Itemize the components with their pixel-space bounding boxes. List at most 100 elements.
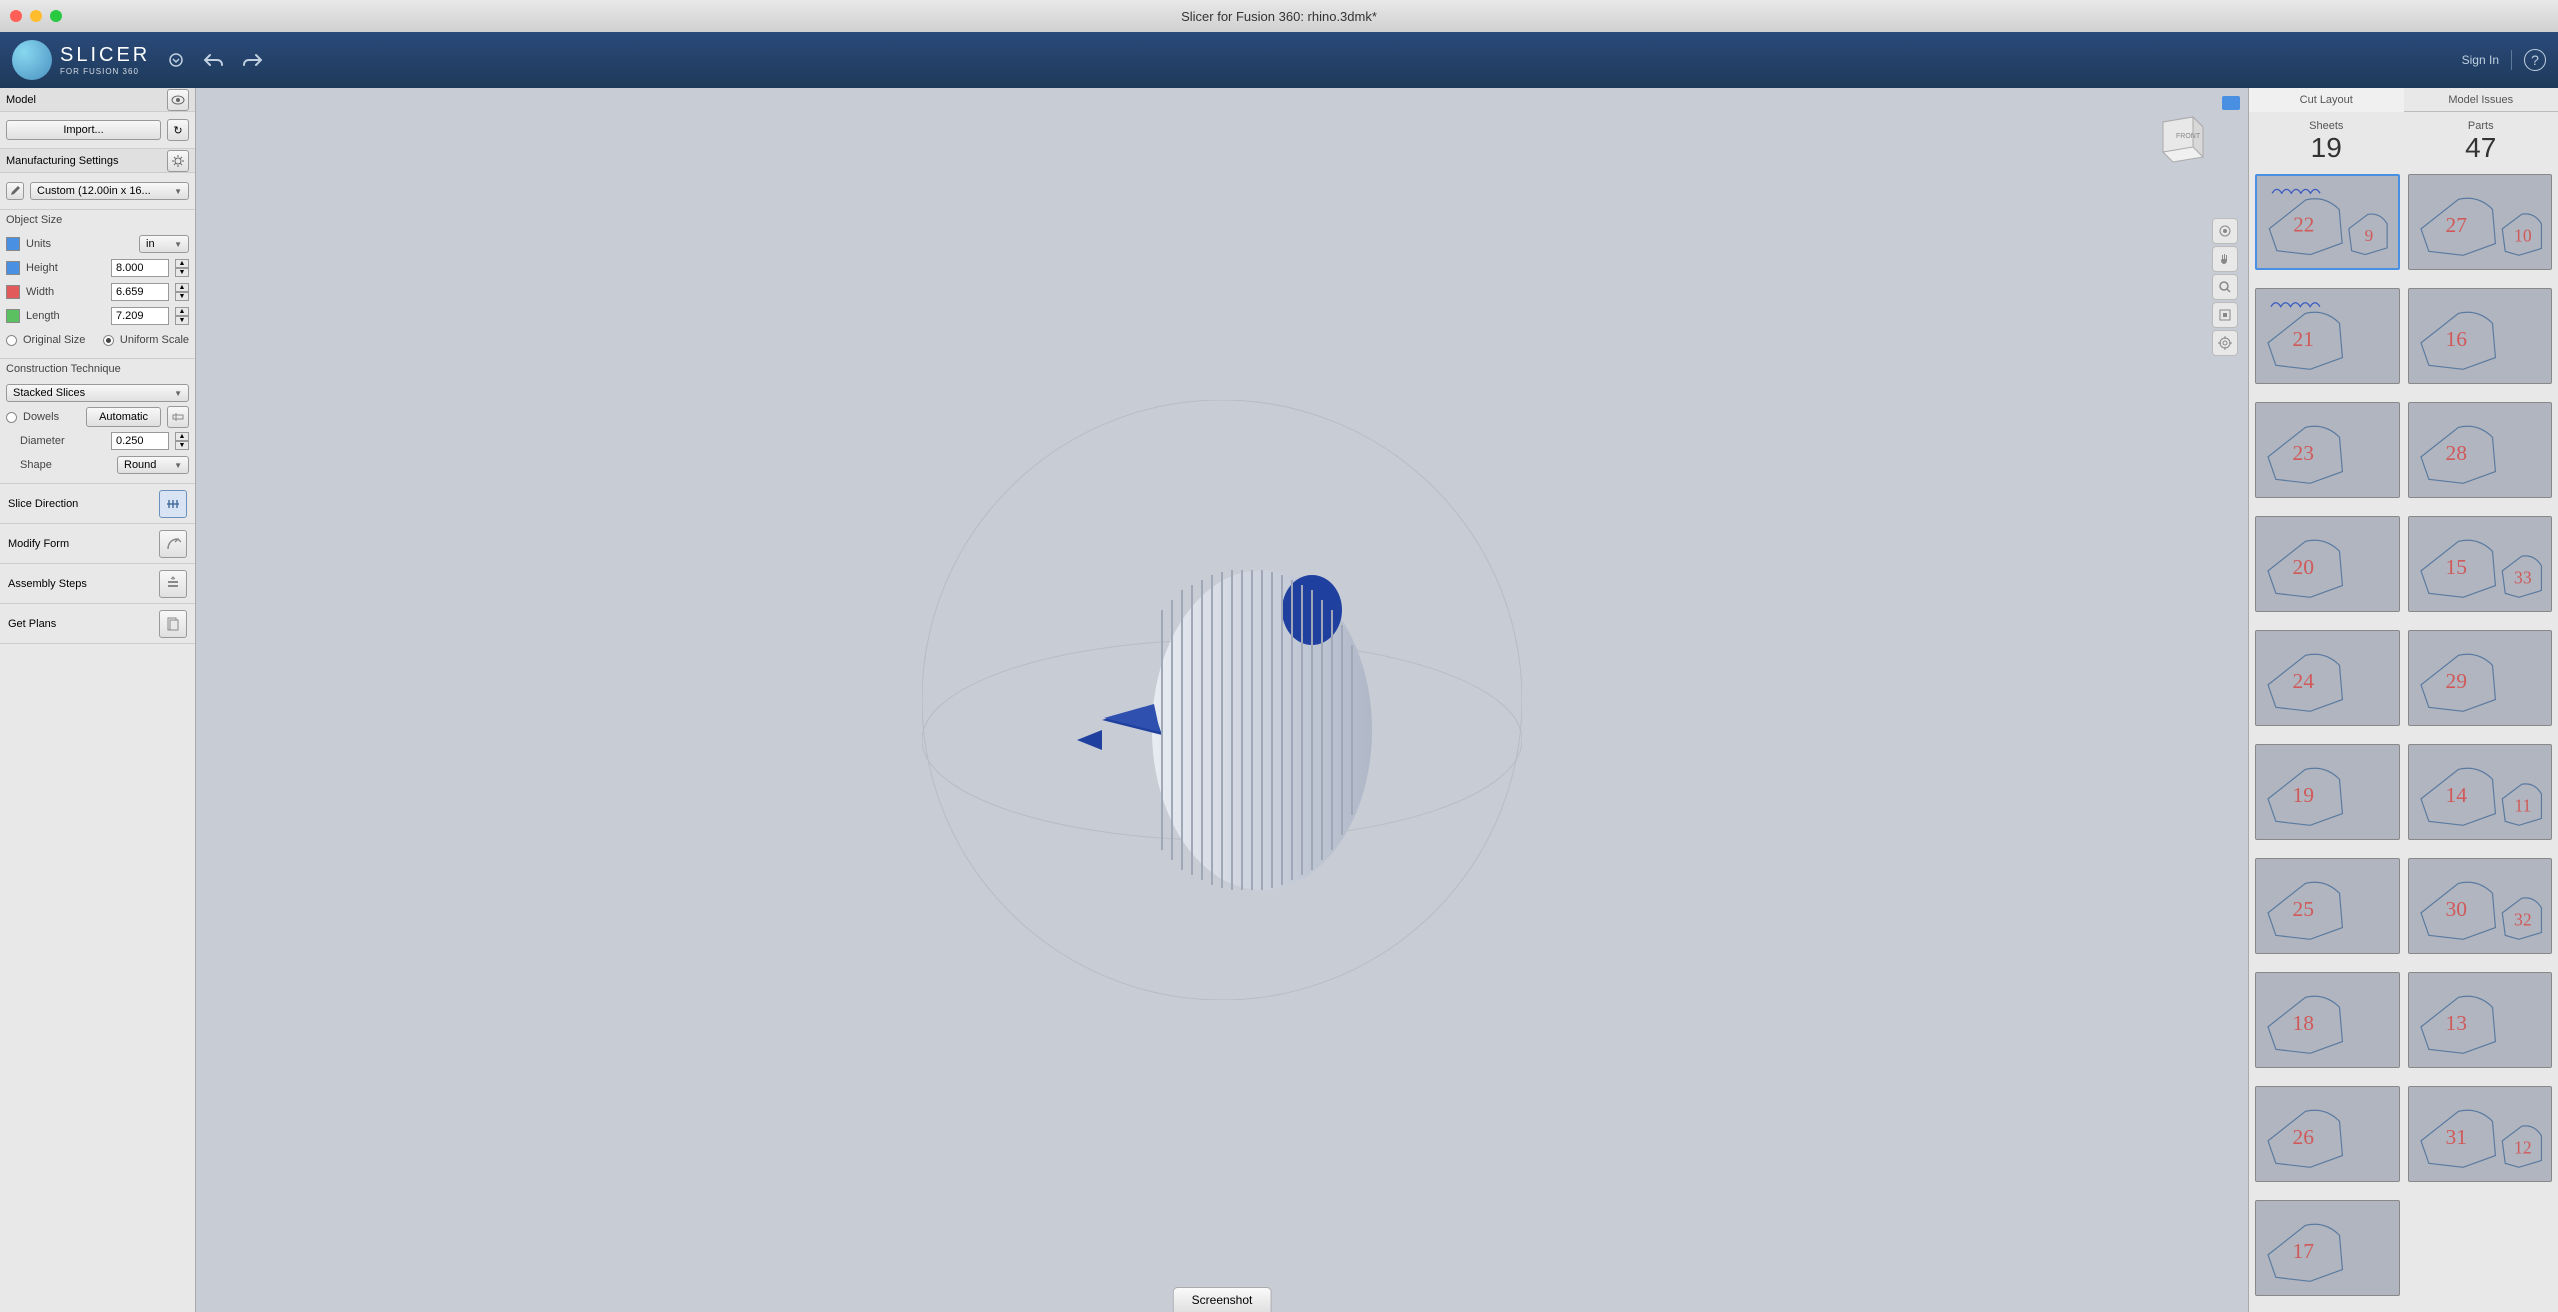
shape-label: Shape — [20, 459, 52, 471]
visibility-toggle-button[interactable] — [167, 89, 189, 111]
help-button[interactable]: ? — [2524, 49, 2546, 71]
height-swatch — [6, 261, 20, 275]
view-cube[interactable]: FRONT — [2148, 102, 2218, 172]
get-plans-icon — [159, 610, 187, 638]
sheet-thumb[interactable]: 21 — [2255, 288, 2400, 384]
length-input[interactable] — [111, 307, 169, 325]
tab-cut-layout[interactable]: Cut Layout — [2249, 88, 2404, 112]
automatic-dowels-button[interactable]: Automatic — [86, 407, 161, 427]
sheet-thumb[interactable]: 25 — [2255, 858, 2400, 954]
sheet-thumb[interactable]: 13 — [2408, 972, 2553, 1068]
object-size-label: Object Size — [0, 210, 195, 226]
shape-select[interactable]: Round — [117, 456, 189, 474]
units-select[interactable]: in — [139, 235, 189, 253]
sheet-thumb[interactable]: 17 — [2255, 1200, 2400, 1296]
mfg-preset-select[interactable]: Custom (12.00in x 16... — [30, 182, 189, 200]
sheet-thumb[interactable]: 16 — [2408, 288, 2553, 384]
sheets-count-value: 19 — [2249, 132, 2404, 164]
sheet-thumb[interactable]: 26 — [2255, 1086, 2400, 1182]
sheet-thumb[interactable]: 19 — [2255, 744, 2400, 840]
svg-text:9: 9 — [2365, 226, 2374, 245]
tab-model-issues[interactable]: Model Issues — [2404, 88, 2558, 112]
zoom-tool-button[interactable] — [2212, 274, 2238, 300]
svg-text:26: 26 — [2292, 1125, 2314, 1149]
app-logo: SLICER FOR FUSION 360 — [12, 40, 150, 80]
length-spinner[interactable]: ▲▼ — [175, 307, 189, 325]
svg-text:19: 19 — [2292, 783, 2314, 807]
assembly-steps-icon — [159, 570, 187, 598]
dowels-radio[interactable] — [6, 412, 17, 423]
units-label: Units — [26, 238, 51, 250]
original-size-radio[interactable] — [6, 335, 17, 346]
modify-form-label: Modify Form — [8, 538, 69, 550]
sheets-count-label: Sheets — [2249, 120, 2404, 132]
construction-technique-select[interactable]: Stacked Slices — [6, 384, 189, 402]
sheet-thumb[interactable]: 28 — [2408, 402, 2553, 498]
width-input[interactable] — [111, 283, 169, 301]
mfg-settings-gear-button[interactable] — [167, 150, 189, 172]
length-swatch — [6, 309, 20, 323]
assembly-steps-section[interactable]: Assembly Steps — [0, 564, 195, 604]
diameter-input[interactable] — [111, 432, 169, 450]
diameter-label: Diameter — [20, 435, 65, 447]
sheet-thumb[interactable]: 22 9 — [2255, 174, 2400, 270]
reload-button[interactable]: ↻ — [167, 119, 189, 141]
original-size-label: Original Size — [23, 334, 85, 346]
uniform-scale-radio[interactable] — [103, 335, 114, 346]
right-panel: Cut Layout Model Issues Sheets 19 Parts … — [2248, 88, 2558, 1312]
menu-dropdown-button[interactable] — [164, 48, 188, 72]
import-button[interactable]: Import... — [6, 120, 161, 140]
width-spinner[interactable]: ▲▼ — [175, 283, 189, 301]
modify-form-section[interactable]: Modify Form — [0, 524, 195, 564]
get-plans-section[interactable]: Get Plans — [0, 604, 195, 644]
svg-text:13: 13 — [2445, 1011, 2467, 1035]
svg-text:28: 28 — [2445, 441, 2467, 465]
titlebar: Slicer for Fusion 360: rhino.3dmk* — [0, 0, 2558, 32]
pan-tool-button[interactable] — [2212, 246, 2238, 272]
svg-text:33: 33 — [2514, 568, 2532, 588]
undo-button[interactable] — [202, 48, 226, 72]
sheet-thumb[interactable]: 24 — [2255, 630, 2400, 726]
sheet-thumb[interactable]: 20 — [2255, 516, 2400, 612]
svg-text:10: 10 — [2514, 226, 2532, 246]
assembly-steps-label: Assembly Steps — [8, 578, 87, 590]
diameter-spinner[interactable]: ▲▼ — [175, 432, 189, 450]
app-header: SLICER FOR FUSION 360 Sign In ? — [0, 32, 2558, 88]
look-at-tool-button[interactable] — [2212, 330, 2238, 356]
height-spinner[interactable]: ▲▼ — [175, 259, 189, 277]
sheet-thumb[interactable]: 15 33 — [2408, 516, 2553, 612]
sheet-thumb[interactable]: 29 — [2408, 630, 2553, 726]
sheet-thumb[interactable]: 23 — [2255, 402, 2400, 498]
fit-tool-button[interactable] — [2212, 302, 2238, 328]
sheet-thumb[interactable]: 14 11 — [2408, 744, 2553, 840]
svg-text:18: 18 — [2292, 1011, 2314, 1035]
screenshot-button[interactable]: Screenshot — [1173, 1287, 1272, 1312]
sheet-thumb[interactable]: 30 32 — [2408, 858, 2553, 954]
dowels-settings-button[interactable] — [167, 406, 189, 428]
svg-text:30: 30 — [2445, 897, 2467, 921]
sheet-thumb[interactable]: 31 12 — [2408, 1086, 2553, 1182]
svg-text:31: 31 — [2445, 1125, 2467, 1149]
construction-technique-label: Construction Technique — [0, 359, 195, 375]
svg-text:16: 16 — [2445, 327, 2467, 351]
svg-text:12: 12 — [2514, 1138, 2532, 1158]
slice-direction-icon — [159, 490, 187, 518]
sign-in-link[interactable]: Sign In — [2462, 53, 2499, 67]
units-swatch — [6, 237, 20, 251]
sheet-thumb[interactable]: 27 10 — [2408, 174, 2553, 270]
parts-count-label: Parts — [2404, 120, 2558, 132]
hand-icon — [2218, 252, 2232, 266]
orbit-tool-button[interactable] — [2212, 218, 2238, 244]
viewport-panel-toggle[interactable] — [2222, 96, 2240, 110]
viewport[interactable]: FRONT — [196, 88, 2248, 1312]
sheet-thumb[interactable]: 18 — [2255, 972, 2400, 1068]
logo-icon — [12, 40, 52, 80]
maximize-window-button[interactable] — [50, 10, 62, 22]
minimize-window-button[interactable] — [30, 10, 42, 22]
redo-button[interactable] — [240, 48, 264, 72]
edit-preset-button[interactable] — [6, 182, 24, 200]
mfg-settings-label: Manufacturing Settings — [6, 155, 119, 167]
close-window-button[interactable] — [10, 10, 22, 22]
height-input[interactable] — [111, 259, 169, 277]
slice-direction-section[interactable]: Slice Direction — [0, 484, 195, 524]
